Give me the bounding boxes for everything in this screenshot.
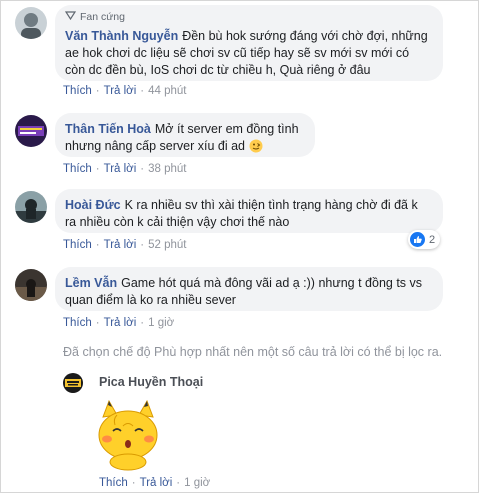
like-link[interactable]: Thích	[63, 85, 92, 97]
timestamp[interactable]: 38 phút	[148, 163, 186, 175]
emoji-icon	[249, 139, 263, 158]
filter-note: Đã chọn chế độ Phù hợp nhất nên một số c…	[63, 345, 443, 359]
like-link[interactable]: Thích	[63, 239, 92, 251]
fan-badge-icon	[64, 9, 77, 26]
avatar[interactable]	[15, 7, 47, 39]
reply-link[interactable]: Trả lời	[104, 163, 137, 175]
timestamp[interactable]: 1 giờ	[148, 317, 174, 329]
comment-actions: Thích · Trả lời · 52 phút	[63, 239, 187, 251]
timestamp[interactable]: 52 phút	[148, 239, 186, 251]
comment-author[interactable]: Lềm Vẫn	[65, 276, 117, 290]
like-link[interactable]: Thích	[63, 317, 92, 329]
reaction-number: 2	[429, 233, 436, 246]
reply-link[interactable]: Trả lời	[104, 239, 137, 251]
comment-actions: Thích · Trả lời · 44 phút	[63, 85, 187, 97]
avatar[interactable]	[15, 269, 47, 301]
comment-bubble: Fan cứng Văn Thành Nguyễn Đền bù hok sướn…	[55, 5, 443, 81]
comment-bubble: Thân Tiến Hoà Mở ít server em đồng tình n…	[55, 113, 315, 157]
timestamp[interactable]: 44 phút	[148, 85, 186, 97]
timestamp[interactable]: 1 giờ	[184, 477, 210, 489]
comment-text: Game hót quá mà đông vãi ad ạ :)) nhưng …	[65, 276, 423, 307]
reply-avatar[interactable]	[63, 373, 83, 393]
comment-author[interactable]: Văn Thành Nguyễn	[65, 29, 178, 43]
sticker	[93, 399, 163, 471]
comment-author[interactable]: Hoài Đức	[65, 198, 121, 212]
comment-actions: Thích · Trả lời · 38 phút	[63, 163, 187, 175]
comment-bubble: Hoài Đức K ra nhiều sv thì xài thiện tình…	[55, 189, 443, 233]
reply-link[interactable]: Trả lời	[104, 317, 137, 329]
comment-bubble: Lềm Vẫn Game hót quá mà đông vãi ad ạ :))…	[55, 267, 443, 311]
like-link[interactable]: Thích	[99, 477, 128, 489]
avatar[interactable]	[15, 115, 47, 147]
avatar[interactable]	[15, 191, 47, 223]
like-icon	[410, 232, 425, 247]
fan-badge: Fan cứng	[64, 9, 431, 26]
comment-author[interactable]: Thân Tiến Hoà	[65, 122, 151, 136]
reply-link[interactable]: Trả lời	[140, 477, 173, 489]
reply-author[interactable]: Pica Huyền Thoại	[99, 375, 203, 389]
reply-link[interactable]: Trả lời	[104, 85, 137, 97]
like-link[interactable]: Thích	[63, 163, 92, 175]
comment-actions: Thích · Trả lời · 1 giờ	[63, 317, 175, 329]
reaction-count[interactable]: 2	[408, 230, 441, 249]
reply-actions: Thích · Trả lời · 1 giờ	[99, 477, 211, 489]
